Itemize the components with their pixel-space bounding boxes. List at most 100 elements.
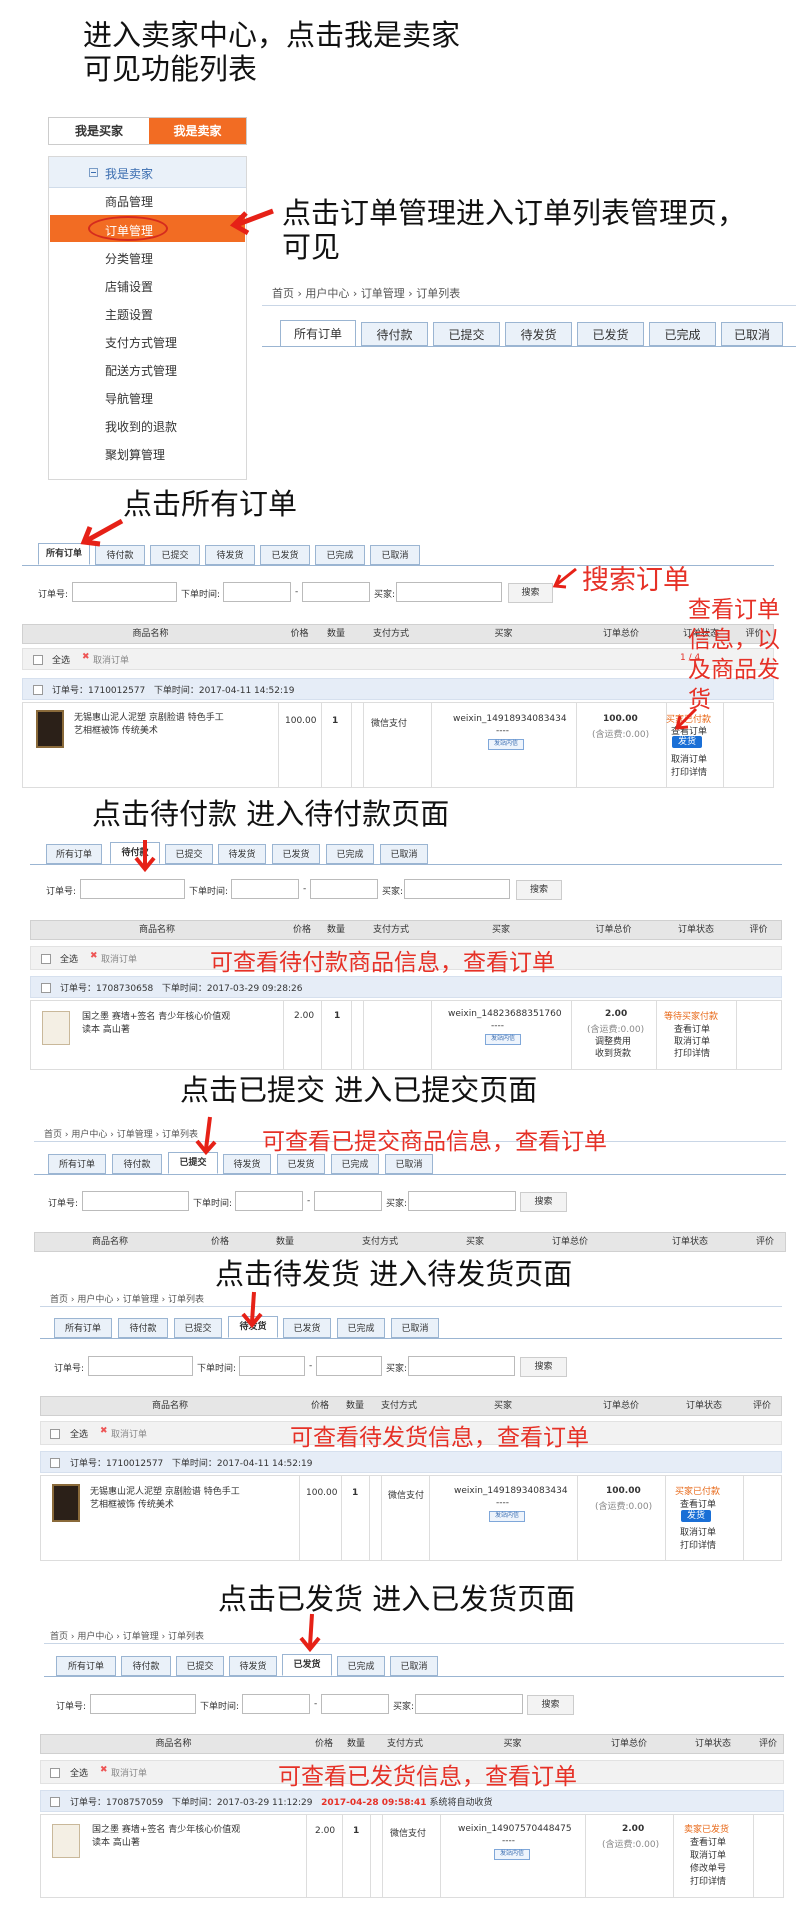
cancel-order-link[interactable]: 取消订单 <box>690 1848 726 1861</box>
order-no-input[interactable] <box>88 1356 193 1376</box>
tab-completed[interactable]: 已完成 <box>337 1656 385 1676</box>
message-buyer-button[interactable]: 发站内信 <box>494 1849 530 1860</box>
search-button[interactable]: 搜索 <box>508 583 553 603</box>
menu-item-payment[interactable]: 支付方式管理 <box>105 334 177 351</box>
tab-submitted[interactable]: 已提交 <box>174 1318 222 1338</box>
tab-pending-pay[interactable]: 待付款 <box>121 1656 171 1676</box>
select-all-checkbox[interactable] <box>33 655 43 665</box>
crumb-home[interactable]: 首页 <box>272 287 294 300</box>
order-time-start-input[interactable] <box>239 1356 305 1376</box>
tab-completed[interactable]: 已完成 <box>326 844 374 864</box>
order-checkbox[interactable] <box>41 983 51 993</box>
receive-payment-link[interactable]: 收到货款 <box>595 1046 631 1059</box>
product-name[interactable]: 国之墨 赛墙+签名 青少年核心价值观 <box>82 1009 230 1022</box>
tab-all-orders[interactable]: 所有订单 <box>56 1656 116 1676</box>
tab-shipped[interactable]: 已发货 <box>260 545 310 565</box>
tab-to-ship[interactable]: 待发货 <box>205 545 255 565</box>
crumb-home[interactable]: 首页 <box>50 1632 68 1642</box>
buyer-input[interactable] <box>404 879 510 899</box>
product-thumbnail[interactable] <box>36 710 64 748</box>
print-detail-link[interactable]: 打印详情 <box>671 765 707 778</box>
crumb-order-list[interactable]: 订单列表 <box>168 1632 204 1642</box>
order-time-start-input[interactable] <box>231 879 299 899</box>
menu-item-goods[interactable]: 商品管理 <box>105 193 153 210</box>
tab-all-orders[interactable]: 所有订单 <box>48 1154 106 1174</box>
product-name-line2[interactable]: 艺相框被饰 传统美术 <box>74 723 158 736</box>
select-all-checkbox[interactable] <box>50 1768 60 1778</box>
crumb-orders[interactable]: 订单管理 <box>123 1632 159 1642</box>
order-no-input[interactable] <box>80 879 185 899</box>
tab-completed[interactable]: 已完成 <box>331 1154 379 1174</box>
menu-item-delivery[interactable]: 配送方式管理 <box>105 362 177 379</box>
view-order-link[interactable]: 查看订单 <box>690 1835 726 1848</box>
crumb-user[interactable]: 用户中心 <box>77 1295 113 1305</box>
crumb-user[interactable]: 用户中心 <box>305 287 349 300</box>
cancel-order-bulk[interactable]: 取消订单 <box>111 1766 147 1779</box>
tab-to-ship[interactable]: 待发货 <box>218 844 266 864</box>
menu-item-shop[interactable]: 店铺设置 <box>105 278 153 295</box>
order-time-start-input[interactable] <box>235 1191 303 1211</box>
buyer-input[interactable] <box>408 1191 516 1211</box>
order-time-end-input[interactable] <box>321 1694 389 1714</box>
modify-tracking-link[interactable]: 修改单号 <box>690 1861 726 1874</box>
order-checkbox[interactable] <box>50 1458 60 1468</box>
view-order-link[interactable]: 查看订单 <box>680 1497 716 1510</box>
menu-item-theme[interactable]: 主题设置 <box>105 306 153 323</box>
search-button[interactable]: 搜索 <box>527 1695 574 1715</box>
product-name-line2[interactable]: 读本 高山著 <box>92 1835 140 1848</box>
cancel-order-bulk[interactable]: 取消订单 <box>101 952 137 965</box>
tab-cancelled[interactable]: 已取消 <box>380 844 428 864</box>
order-time-end-input[interactable] <box>314 1191 382 1211</box>
tab-all-orders[interactable]: 所有订单 <box>46 844 102 864</box>
crumb-orders[interactable]: 订单管理 <box>361 287 405 300</box>
print-detail-link[interactable]: 打印详情 <box>674 1046 710 1059</box>
tab-cancelled[interactable]: 已取消 <box>390 1656 438 1676</box>
tab-submitted[interactable]: 已提交 <box>165 844 213 864</box>
buyer-input[interactable] <box>396 582 502 602</box>
search-button[interactable]: 搜索 <box>516 880 562 900</box>
crumb-order-list[interactable]: 订单列表 <box>168 1295 204 1305</box>
menu-item-category[interactable]: 分类管理 <box>105 250 153 267</box>
tab-submitted[interactable]: 已提交 <box>176 1656 224 1676</box>
print-detail-link[interactable]: 打印详情 <box>680 1538 716 1551</box>
crumb-user[interactable]: 用户中心 <box>77 1632 113 1642</box>
tab-shipped[interactable]: 已发货 <box>277 1154 325 1174</box>
tab-pending-pay[interactable]: 待付款 <box>361 322 428 346</box>
tab-submitted[interactable]: 已提交 <box>433 322 500 346</box>
tab-submitted[interactable]: 已提交 <box>150 545 200 565</box>
product-name-line2[interactable]: 读本 高山著 <box>82 1022 130 1035</box>
order-time-start-input[interactable] <box>223 582 291 602</box>
search-button[interactable]: 搜索 <box>520 1357 567 1377</box>
tab-completed[interactable]: 已完成 <box>649 322 716 346</box>
order-time-end-input[interactable] <box>316 1356 382 1376</box>
message-buyer-button[interactable]: 发站内信 <box>488 739 524 750</box>
order-no-input[interactable] <box>82 1191 189 1211</box>
order-checkbox[interactable] <box>50 1797 60 1807</box>
tab-to-ship[interactable]: 待发货 <box>229 1656 277 1676</box>
cancel-order-link[interactable]: 取消订单 <box>671 752 707 765</box>
print-detail-link[interactable]: 打印详情 <box>690 1874 726 1887</box>
order-no-input[interactable] <box>72 582 177 602</box>
tab-all-orders[interactable]: 所有订单 <box>54 1318 112 1338</box>
tab-cancelled[interactable]: 已取消 <box>370 545 420 565</box>
tab-pending-pay[interactable]: 待付款 <box>112 1154 162 1174</box>
cancel-order-bulk[interactable]: 取消订单 <box>111 1427 147 1440</box>
buyer-input[interactable] <box>408 1356 515 1376</box>
menu-item-group[interactable]: 聚划算管理 <box>105 446 165 463</box>
tab-completed[interactable]: 已完成 <box>315 545 365 565</box>
ship-button[interactable]: 发货 <box>681 1510 711 1522</box>
buyer-input[interactable] <box>415 1694 523 1714</box>
product-name[interactable]: 无锡惠山泥人泥塑 京剧脸谱 特色手工 <box>90 1484 240 1497</box>
crumb-home[interactable]: 首页 <box>50 1295 68 1305</box>
tab-all-orders[interactable]: 所有订单 <box>280 320 356 347</box>
tab-shipped[interactable]: 已发货 <box>272 844 320 864</box>
crumb-orders[interactable]: 订单管理 <box>117 1130 153 1140</box>
cancel-order-bulk[interactable]: 取消订单 <box>93 653 129 666</box>
menu-item-refund[interactable]: 我收到的退款 <box>105 418 177 435</box>
order-time-start-input[interactable] <box>242 1694 310 1714</box>
message-buyer-button[interactable]: 发站内信 <box>489 1511 525 1522</box>
tab-shipped[interactable]: 已发货 <box>282 1654 332 1676</box>
message-buyer-button[interactable]: 发站内信 <box>485 1034 521 1045</box>
select-all-checkbox[interactable] <box>50 1429 60 1439</box>
tab-to-ship[interactable]: 待发货 <box>505 322 572 346</box>
